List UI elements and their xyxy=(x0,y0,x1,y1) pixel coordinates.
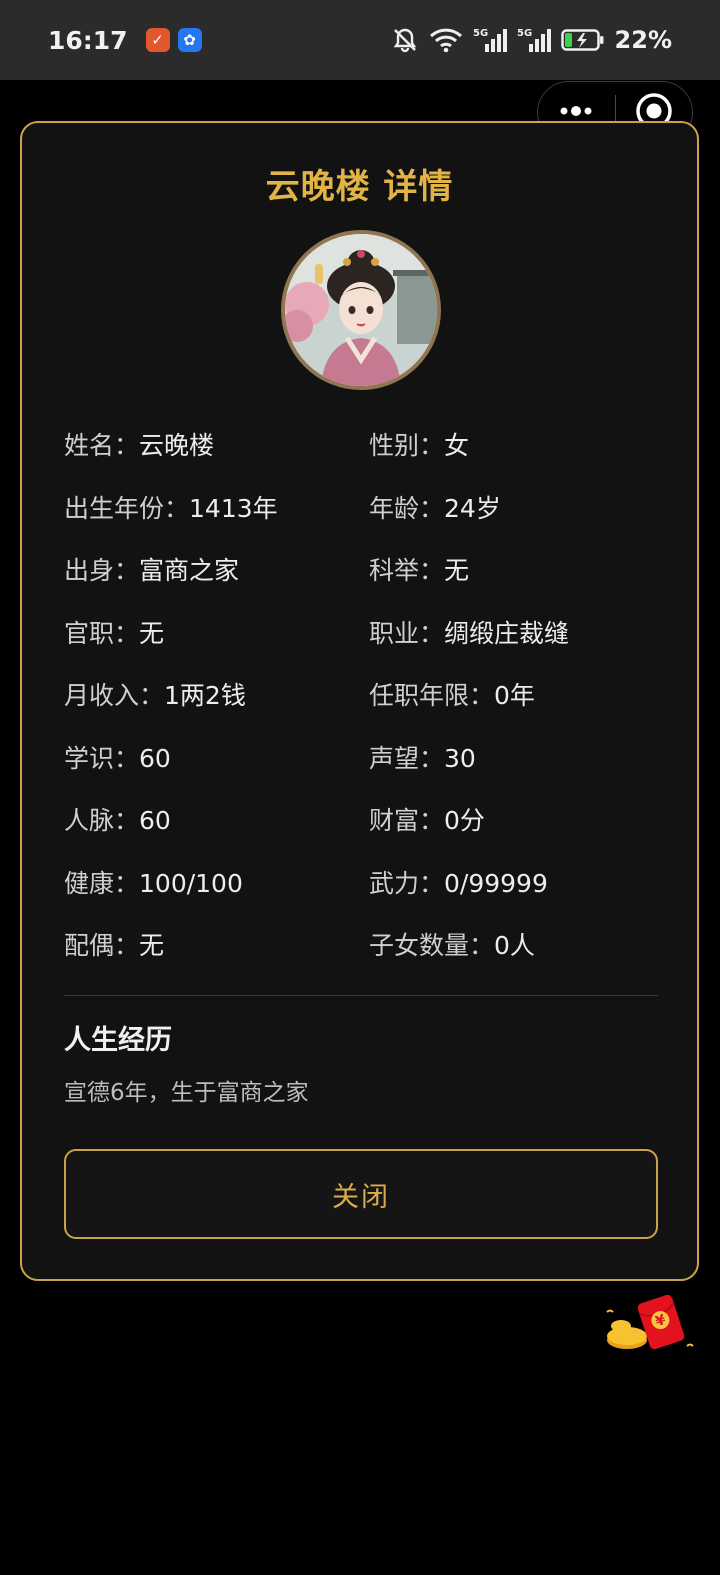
life-history-title: 人生经历 xyxy=(64,1025,172,1056)
app-notification-icon: ✓ xyxy=(145,28,170,52)
info-value: 60 xyxy=(139,806,171,836)
info-label: 任职年限： xyxy=(369,681,495,711)
wifi-icon xyxy=(429,27,463,53)
info-field: 子女数量：0人 xyxy=(369,926,664,962)
character-avatar xyxy=(281,230,441,390)
info-field: 武力：0/99999 xyxy=(369,864,664,900)
info-label: 声望： xyxy=(369,743,445,773)
info-value: 云晚楼 xyxy=(139,431,215,461)
info-label: 出生年份： xyxy=(64,493,190,523)
info-label: 学识： xyxy=(64,743,140,773)
mute-bell-icon xyxy=(391,26,419,54)
section-divider xyxy=(64,995,658,996)
info-field: 出身：富商之家 xyxy=(64,551,369,587)
status-icons: 5G 5G 22% xyxy=(391,26,672,54)
pinwheel-app-icon: ✿ xyxy=(177,28,202,52)
network-label-1: 5G xyxy=(473,28,488,39)
character-detail-modal: 云晚楼 详情 姓名：云晚楼 性别：女 出生年份：1413年 年龄：24岁 出身：… xyxy=(20,121,699,1281)
info-field: 姓名：云晚楼 xyxy=(64,426,369,462)
red-packet-icon[interactable]: ¥ xyxy=(603,1290,695,1360)
info-field: 财富：0分 xyxy=(369,801,664,837)
info-value: 富商之家 xyxy=(139,556,240,586)
signal-icon-1: 5G xyxy=(473,26,507,54)
info-label: 月收入： xyxy=(64,681,165,711)
info-label: 健康： xyxy=(64,868,140,898)
info-field: 出生年份：1413年 xyxy=(64,489,369,525)
info-label: 子女数量： xyxy=(369,931,495,961)
info-label: 出身： xyxy=(64,556,140,586)
info-field: 学识：60 xyxy=(64,739,369,775)
network-label-2: 5G xyxy=(517,28,532,39)
info-label: 姓名： xyxy=(64,431,140,461)
info-value: 女 xyxy=(444,431,470,461)
info-label: 年龄： xyxy=(369,493,445,523)
info-label: 性别： xyxy=(369,431,445,461)
info-value: 0人 xyxy=(494,931,535,961)
info-value: 1413年 xyxy=(189,493,278,523)
info-field: 年龄：24岁 xyxy=(369,489,664,525)
info-value: 100/100 xyxy=(139,868,243,898)
info-field: 职业：绸缎庄裁缝 xyxy=(369,614,664,650)
info-label: 官职： xyxy=(64,618,140,648)
info-value: 无 xyxy=(139,618,165,648)
info-label: 职业： xyxy=(369,618,445,648)
info-field: 人脉：60 xyxy=(64,801,369,837)
info-value: 30 xyxy=(444,743,476,773)
info-field: 官职：无 xyxy=(64,614,369,650)
battery-percentage: 22% xyxy=(614,26,672,54)
info-field: 月收入：1两2钱 xyxy=(64,676,369,712)
info-value: 24岁 xyxy=(444,493,501,523)
info-field: 声望：30 xyxy=(369,739,664,775)
info-field: 性别：女 xyxy=(369,426,664,462)
info-label: 武力： xyxy=(369,868,445,898)
status-time: 16:17 xyxy=(48,25,128,55)
info-value: 0年 xyxy=(494,681,535,711)
life-history-entry: 宣德6年，生于富商之家 xyxy=(64,1080,309,1106)
info-value: 0分 xyxy=(444,806,485,836)
info-label: 科举： xyxy=(369,556,445,586)
info-value: 绸缎庄裁缝 xyxy=(444,618,570,648)
info-value: 0/99999 xyxy=(444,868,548,898)
info-value: 1两2钱 xyxy=(164,681,246,711)
info-grid: 姓名：云晚楼 性别：女 出生年份：1413年 年龄：24岁 出身：富商之家 科举：无 官职：… xyxy=(64,413,664,976)
close-button[interactable]: 关闭 xyxy=(64,1149,658,1239)
more-dots-icon xyxy=(556,103,596,122)
info-value: 60 xyxy=(139,743,171,773)
signal-icon-2: 5G xyxy=(517,26,551,54)
info-label: 配偶： xyxy=(64,931,140,961)
info-value: 无 xyxy=(139,931,165,961)
info-label: 人脉： xyxy=(64,806,140,836)
battery-charging-icon xyxy=(560,28,605,52)
info-field: 任职年限：0年 xyxy=(369,676,664,712)
info-field: 配偶：无 xyxy=(64,926,369,962)
status-bar: 16:17 ✓ ✿ 5G 5G 22% xyxy=(0,0,720,80)
info-field: 科举：无 xyxy=(369,551,664,587)
info-label: 财富： xyxy=(369,806,445,836)
info-field: 健康：100/100 xyxy=(64,864,369,900)
modal-title: 云晚楼 详情 xyxy=(265,167,454,207)
info-value: 无 xyxy=(444,556,470,586)
